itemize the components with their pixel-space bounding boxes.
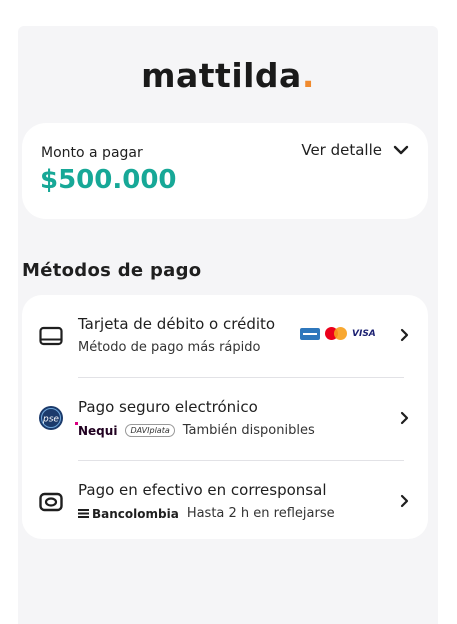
method-title: Pago seguro electrónico	[78, 398, 258, 416]
pse-icon: pse	[38, 405, 64, 431]
bancolombia-label: Bancolombia	[92, 506, 179, 521]
method-title: Tarjeta de débito o crédito	[78, 315, 276, 333]
amount-card: Monto a pagar $500.000 Ver detalle	[22, 123, 428, 219]
visa-logo: VISA	[352, 328, 376, 339]
checkout-panel: mattilda. Monto a pagar $500.000 Ver det…	[18, 26, 438, 624]
bancolombia-icon	[78, 509, 89, 518]
method-subtitle: Método de pago más rápido	[78, 340, 261, 355]
method-subtitle-row: Nequi DAVIplata También disponibles	[74, 421, 315, 438]
amex-logo	[300, 327, 320, 340]
method-pse[interactable]: pse Pago seguro electrónico Nequi DAVIpl…	[22, 378, 428, 460]
card-brands: VISA	[300, 327, 376, 340]
nequi-logo: Nequi	[74, 421, 118, 438]
chevron-down-icon	[393, 145, 409, 155]
daviplata-logo: DAVIplata	[125, 424, 175, 437]
brand-logo: mattilda.	[18, 56, 438, 95]
view-detail-label: Ver detalle	[301, 141, 382, 159]
method-cash[interactable]: Pago en efectivo en corresponsal Bancolo…	[22, 461, 428, 543]
method-subtitle-row: Bancolombia Hasta 2 h en reflejarse	[78, 506, 335, 521]
chevron-right-icon	[400, 494, 409, 508]
method-title: Pago en efectivo en corresponsal	[78, 481, 327, 499]
chevron-right-icon	[400, 328, 409, 342]
payment-methods-title: Métodos de pago	[22, 260, 202, 281]
method-subtitle: Hasta 2 h en reflejarse	[186, 506, 335, 521]
mastercard-logo	[325, 327, 347, 340]
brand-dot: .	[301, 56, 315, 95]
amount-label: Monto a pagar	[41, 145, 143, 161]
payment-methods-list: Tarjeta de débito o crédito Método de pa…	[22, 295, 428, 539]
brand-name: mattilda	[141, 56, 302, 95]
method-subtitle: También disponibles	[182, 423, 315, 438]
cash-icon	[38, 489, 64, 515]
pse-icon-text: pse	[42, 415, 59, 425]
method-card-payment[interactable]: Tarjeta de débito o crédito Método de pa…	[22, 295, 428, 377]
bancolombia-logo: Bancolombia	[78, 507, 179, 521]
amount-value: $500.000	[40, 165, 177, 195]
chevron-right-icon	[400, 411, 409, 425]
view-detail-toggle[interactable]: Ver detalle	[301, 141, 410, 159]
card-icon	[38, 323, 64, 349]
